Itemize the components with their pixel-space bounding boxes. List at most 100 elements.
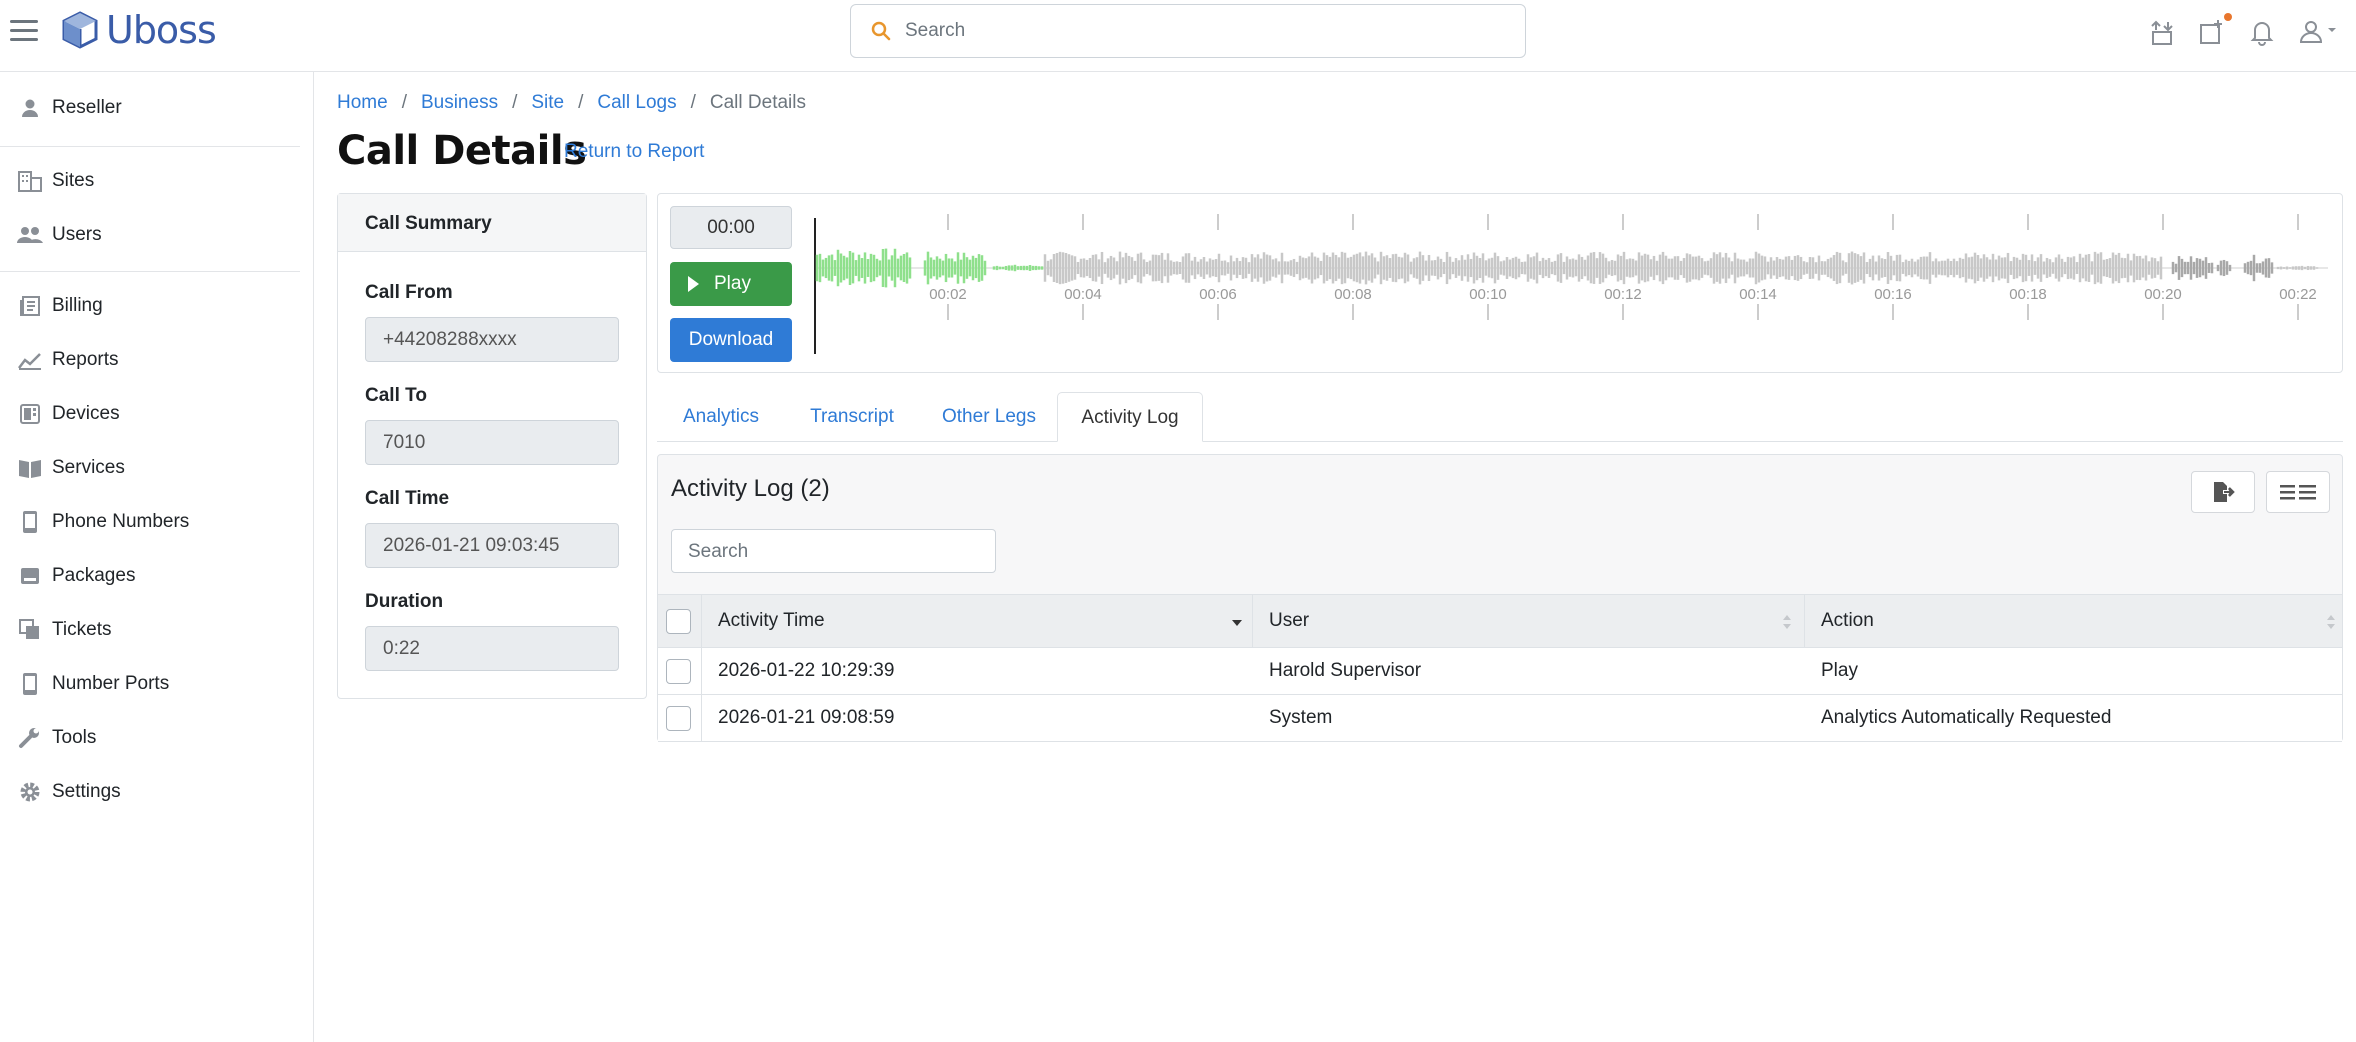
play-icon — [688, 276, 699, 292]
sidebar-item-services[interactable]: Services — [16, 448, 125, 488]
breadcrumb-site[interactable]: Site — [531, 92, 564, 114]
activity-log-search-input[interactable]: Search — [671, 529, 996, 573]
call-to-field: 7010 — [365, 420, 619, 465]
column-header-activity-time[interactable]: Activity Time — [718, 595, 825, 647]
sidebar-item-sites[interactable]: Sites — [16, 161, 94, 201]
waveform[interactable]: 00:02 00:04 00:06 00:08 00:10 00:12 00:14 00:16… — [813, 214, 2328, 354]
timeline-label: 00:08 — [1334, 286, 1372, 303]
duration-label: Duration — [365, 591, 444, 612]
menu-icon[interactable] — [10, 20, 38, 44]
timeline-label: 00:18 — [2009, 286, 2047, 303]
sidebar-divider — [0, 271, 300, 272]
breadcrumb-separator: / — [578, 92, 584, 113]
select-all-checkbox[interactable] — [666, 608, 691, 634]
sort-icon[interactable] — [2326, 613, 2336, 631]
timeline-label: 00:02 — [929, 286, 967, 303]
sidebar-item-billing[interactable]: Billing — [16, 286, 103, 326]
book-icon — [16, 454, 44, 482]
gear-icon — [16, 778, 44, 806]
activity-log-panel: Activity Log (2) Search Activity Time Us… — [657, 454, 2343, 742]
column-header-action[interactable]: Action — [1821, 595, 1874, 647]
download-button[interactable]: Download — [670, 318, 792, 362]
page-title: Call Details — [337, 128, 587, 174]
breadcrumb-current: Call Details — [709, 92, 806, 113]
breadcrumb-call-logs[interactable]: Call Logs — [597, 92, 676, 114]
user-cell: System — [1269, 707, 1333, 728]
row-checkbox[interactable] — [666, 705, 691, 731]
table-header: Activity Time User Action — [658, 594, 2342, 648]
billing-icon — [16, 292, 44, 320]
sidebar-item-label: Billing — [52, 295, 103, 316]
logo[interactable]: Uboss — [60, 6, 217, 54]
tab-transcript[interactable]: Transcript — [787, 392, 917, 442]
port-icon — [16, 670, 44, 698]
timeline-label: 00:16 — [1874, 286, 1912, 303]
breadcrumb-home[interactable]: Home — [337, 92, 388, 114]
column-divider — [701, 695, 702, 741]
table-row[interactable]: 2026-01-21 09:08:59 System Analytics Aut… — [658, 695, 2342, 742]
sidebar-item-reseller[interactable]: Reseller — [16, 88, 122, 128]
call-summary-heading: Call Summary — [338, 194, 646, 252]
action-cell: Analytics Automatically Requested — [1821, 707, 2112, 728]
column-header-user[interactable]: User — [1269, 595, 1309, 647]
column-toggle-button[interactable] — [2266, 471, 2330, 513]
play-button[interactable]: Play — [670, 262, 792, 306]
sidebar-item-number-ports[interactable]: Number Ports — [16, 664, 169, 704]
chart-icon — [16, 346, 44, 374]
return-to-report-link[interactable]: Return to Report — [564, 141, 704, 163]
sidebar-item-users[interactable]: Users — [16, 215, 102, 255]
sidebar-item-tickets[interactable]: Tickets — [16, 610, 111, 650]
sidebar-item-settings[interactable]: Settings — [16, 772, 121, 812]
activity-time-cell: 2026-01-22 10:29:39 — [718, 660, 895, 681]
tab-other-legs[interactable]: Other Legs — [919, 392, 1059, 442]
sidebar-item-label: Tools — [52, 727, 97, 748]
sidebar-item-devices[interactable]: Devices — [16, 394, 120, 434]
breadcrumb-business[interactable]: Business — [421, 92, 498, 114]
sidebar-item-packages[interactable]: Packages — [16, 556, 135, 596]
add-ticket-icon[interactable] — [2196, 16, 2228, 48]
call-time-label: Call Time — [365, 488, 450, 509]
search-placeholder: Search — [905, 20, 966, 41]
tab-analytics[interactable]: Analytics — [657, 392, 785, 442]
detail-tabs: Analytics Transcript Other Legs Activity… — [657, 392, 2343, 442]
column-divider — [701, 648, 702, 694]
breadcrumb-separator: / — [690, 92, 696, 113]
transfer-icon[interactable] — [2146, 16, 2178, 48]
global-search-input[interactable]: Search — [850, 4, 1526, 58]
activity-time-cell: 2026-01-21 09:08:59 — [718, 707, 895, 728]
sort-desc-icon[interactable] — [1232, 613, 1242, 631]
user-icon[interactable] — [2296, 16, 2340, 48]
user-cell: Harold Supervisor — [1269, 660, 1422, 681]
column-divider — [1252, 595, 1253, 647]
row-checkbox[interactable] — [666, 658, 691, 684]
phone-icon — [16, 508, 44, 536]
sidebar-item-tools[interactable]: Tools — [16, 718, 96, 758]
call-summary-panel: Call Summary Call From +44208288xxxx Cal… — [337, 193, 647, 699]
sidebar-item-label: Packages — [52, 565, 136, 586]
notification-dot — [2224, 13, 2232, 21]
export-button[interactable] — [2191, 471, 2255, 513]
call-from-label: Call From — [365, 282, 453, 303]
sidebar-item-label: Phone Numbers — [52, 511, 190, 532]
timeline-label: 00:06 — [1199, 286, 1237, 303]
logo-cube-icon — [62, 11, 98, 49]
current-time-display: 00:00 — [670, 206, 792, 249]
tab-activity-log[interactable]: Activity Log — [1057, 392, 1203, 442]
sidebar-item-label: Reseller — [52, 97, 122, 118]
sidebar-item-label: Tickets — [52, 619, 112, 640]
play-button-label: Play — [714, 273, 751, 294]
sidebar: Reseller Sites Users Billing Reports Dev… — [0, 72, 314, 1042]
call-from-field: +44208288xxxx — [365, 317, 619, 362]
sidebar-item-reports[interactable]: Reports — [16, 340, 119, 380]
table-row[interactable]: 2026-01-22 10:29:39 Harold Supervisor Pl… — [658, 648, 2342, 695]
sort-icon[interactable] — [1782, 613, 1792, 631]
select-all-cell — [666, 595, 691, 647]
sidebar-item-phone-numbers[interactable]: Phone Numbers — [16, 502, 189, 542]
sidebar-item-label: Users — [52, 224, 102, 245]
bell-icon[interactable] — [2246, 16, 2278, 48]
timeline-label: 00:22 — [2279, 286, 2317, 303]
sidebar-divider — [0, 146, 300, 147]
users-icon — [16, 221, 44, 249]
call-time-field: 2026-01-21 09:03:45 — [365, 523, 619, 568]
row-select-cell — [666, 695, 691, 741]
